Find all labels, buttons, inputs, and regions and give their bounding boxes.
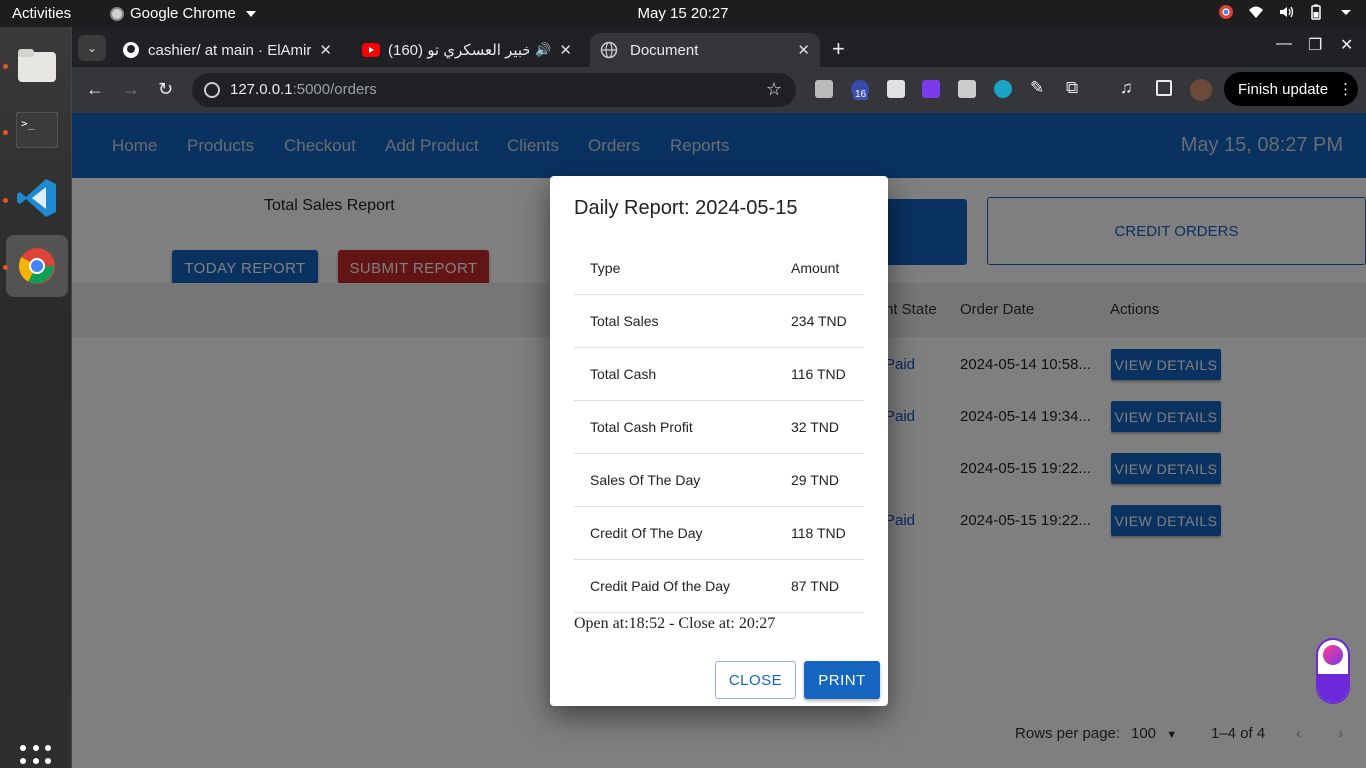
volume-icon — [1280, 6, 1294, 18]
print-button[interactable]: PRINT — [804, 661, 880, 699]
wifi-icon — [1249, 6, 1263, 18]
row-amount: 29 TND — [791, 472, 839, 488]
table-row: Credit Paid Of the Day 87 TND — [574, 560, 864, 613]
row-amount: 116 TND — [791, 366, 846, 382]
row-type: Total Cash — [590, 366, 657, 382]
url-path: :5000/orders — [292, 81, 377, 98]
close-tab-icon[interactable]: ✕ — [797, 41, 810, 59]
url-text[interactable]: 127.0.0.1:5000/orders — [230, 81, 377, 98]
dock-running-dot — [3, 64, 8, 69]
row-type: Credit Paid Of the Day — [590, 578, 731, 594]
extension-icon[interactable] — [958, 80, 976, 98]
dock-running-dot — [3, 130, 8, 135]
row-amount: 87 TND — [791, 578, 839, 594]
chrome-icon — [18, 248, 55, 284]
floating-assistant-widget[interactable] — [1316, 638, 1350, 704]
row-amount: 234 TND — [791, 313, 847, 329]
tab-document[interactable]: Document ✕ — [590, 33, 820, 67]
system-clock[interactable]: May 15 20:27 — [0, 5, 1366, 22]
chrome-tray-icon — [1219, 5, 1233, 19]
column-amount: Amount — [791, 260, 840, 276]
github-icon — [123, 42, 139, 58]
dock-files[interactable] — [6, 35, 68, 97]
extension-icon[interactable] — [922, 80, 940, 98]
table-row: Sales Of The Day 29 TND — [574, 454, 864, 507]
eyedropper-icon[interactable]: ✎ — [1030, 78, 1044, 98]
extension-badge: 16 — [853, 89, 869, 100]
open-close-times: Open at:18:52 - Close at: 20:27 — [574, 615, 776, 632]
globe-icon — [600, 41, 618, 59]
terminal-icon: >_ — [16, 112, 58, 148]
row-type: Total Cash Profit — [590, 419, 693, 435]
extension-icon[interactable] — [994, 80, 1012, 98]
battery-icon — [1311, 4, 1321, 20]
tab-title: cashier/ at main · ElAmir — [148, 41, 312, 59]
row-amount: 32 TND — [791, 419, 839, 435]
tab-strip: ⌄ cashier/ at main · ElAmir ✕ (160) الخب… — [72, 27, 1366, 67]
tab-title: Document — [630, 41, 699, 59]
forward-icon[interactable]: → — [122, 79, 140, 100]
close-tab-icon[interactable]: ✕ — [319, 41, 332, 59]
table-row: Total Cash 116 TND — [574, 348, 864, 401]
extension-icon[interactable] — [887, 80, 905, 98]
audio-playing-icon[interactable]: 🔊 — [535, 42, 551, 58]
url-host: 127.0.0.1 — [230, 81, 293, 98]
system-top-bar: Activities Google Chrome May 15 20:27 — [0, 0, 1366, 27]
tab-search-button[interactable]: ⌄ — [78, 35, 106, 61]
table-row: Credit Of The Day 118 TND — [574, 507, 864, 560]
browser-toolbar: ← → ↻ 127.0.0.1:5000/orders ☆ 16 ✎ ⧉ ♫ F… — [72, 67, 1366, 113]
dock-running-dot — [3, 198, 8, 203]
power-menu-caret-icon — [1341, 10, 1351, 15]
row-type: Sales Of The Day — [590, 472, 701, 488]
tab-github[interactable]: cashier/ at main · ElAmir ✕ — [112, 33, 342, 67]
dock-terminal[interactable]: >_ — [6, 99, 68, 161]
dock-vscode[interactable] — [6, 167, 68, 229]
vscode-icon — [17, 179, 56, 217]
daily-report-dialog: Daily Report: 2024-05-15 Type Amount Tot… — [550, 176, 888, 706]
dock-running-dot — [3, 265, 8, 270]
bookmark-star-icon[interactable]: ☆ — [766, 79, 782, 100]
assistant-logo-icon[interactable] — [1323, 645, 1343, 665]
close-tab-icon[interactable]: ✕ — [559, 41, 572, 59]
more-menu-icon[interactable]: ⋮ — [1338, 80, 1353, 98]
tab-youtube[interactable]: (160) الخبير العسكري تو 🔊 ✕ — [352, 33, 582, 67]
side-panel-icon[interactable] — [1156, 80, 1172, 96]
column-type: Type — [590, 260, 621, 276]
close-button[interactable]: CLOSE — [715, 661, 796, 699]
table-row: Total Sales 234 TND — [574, 295, 864, 348]
system-tray[interactable] — [1218, 4, 1354, 20]
ubuntu-dock: >_ — [0, 27, 72, 777]
report-table-header: Type Amount — [574, 242, 864, 295]
extension-icon[interactable] — [815, 80, 833, 98]
folder-icon — [18, 49, 56, 82]
profile-avatar[interactable] — [1190, 79, 1212, 101]
reload-icon[interactable]: ↻ — [158, 79, 173, 100]
close-window-icon[interactable]: ✕ — [1340, 35, 1353, 55]
extensions-puzzle-icon[interactable]: ⧉ — [1066, 78, 1078, 98]
row-type: Credit Of The Day — [590, 525, 703, 541]
back-icon[interactable]: ← — [86, 79, 104, 100]
maximize-icon[interactable]: ❐ — [1308, 35, 1322, 55]
row-type: Total Sales — [590, 313, 659, 329]
dock-chrome[interactable] — [6, 235, 68, 297]
new-tab-icon[interactable]: + — [832, 36, 845, 62]
tab-title: (160) الخبير العسكري تو — [388, 42, 530, 59]
minimize-icon[interactable]: — — [1276, 35, 1292, 53]
row-amount: 118 TND — [791, 525, 846, 541]
media-control-icon[interactable]: ♫ — [1120, 78, 1133, 98]
svg-text:>_: >_ — [21, 117, 35, 130]
dialog-title: Daily Report: 2024-05-15 — [574, 197, 798, 219]
finish-update-label: Finish update — [1238, 80, 1329, 98]
show-apps-icon[interactable] — [20, 745, 52, 777]
finish-update-button[interactable]: Finish update ⋮ — [1224, 72, 1358, 106]
chart-icon[interactable] — [1318, 674, 1348, 702]
address-bar[interactable]: 127.0.0.1:5000/orders ☆ — [192, 73, 796, 107]
site-info-icon[interactable] — [204, 82, 220, 98]
youtube-icon — [362, 43, 380, 57]
table-row: Total Cash Profit 32 TND — [574, 401, 864, 454]
report-table: Type Amount Total Sales 234 TND Total Ca… — [574, 242, 864, 613]
